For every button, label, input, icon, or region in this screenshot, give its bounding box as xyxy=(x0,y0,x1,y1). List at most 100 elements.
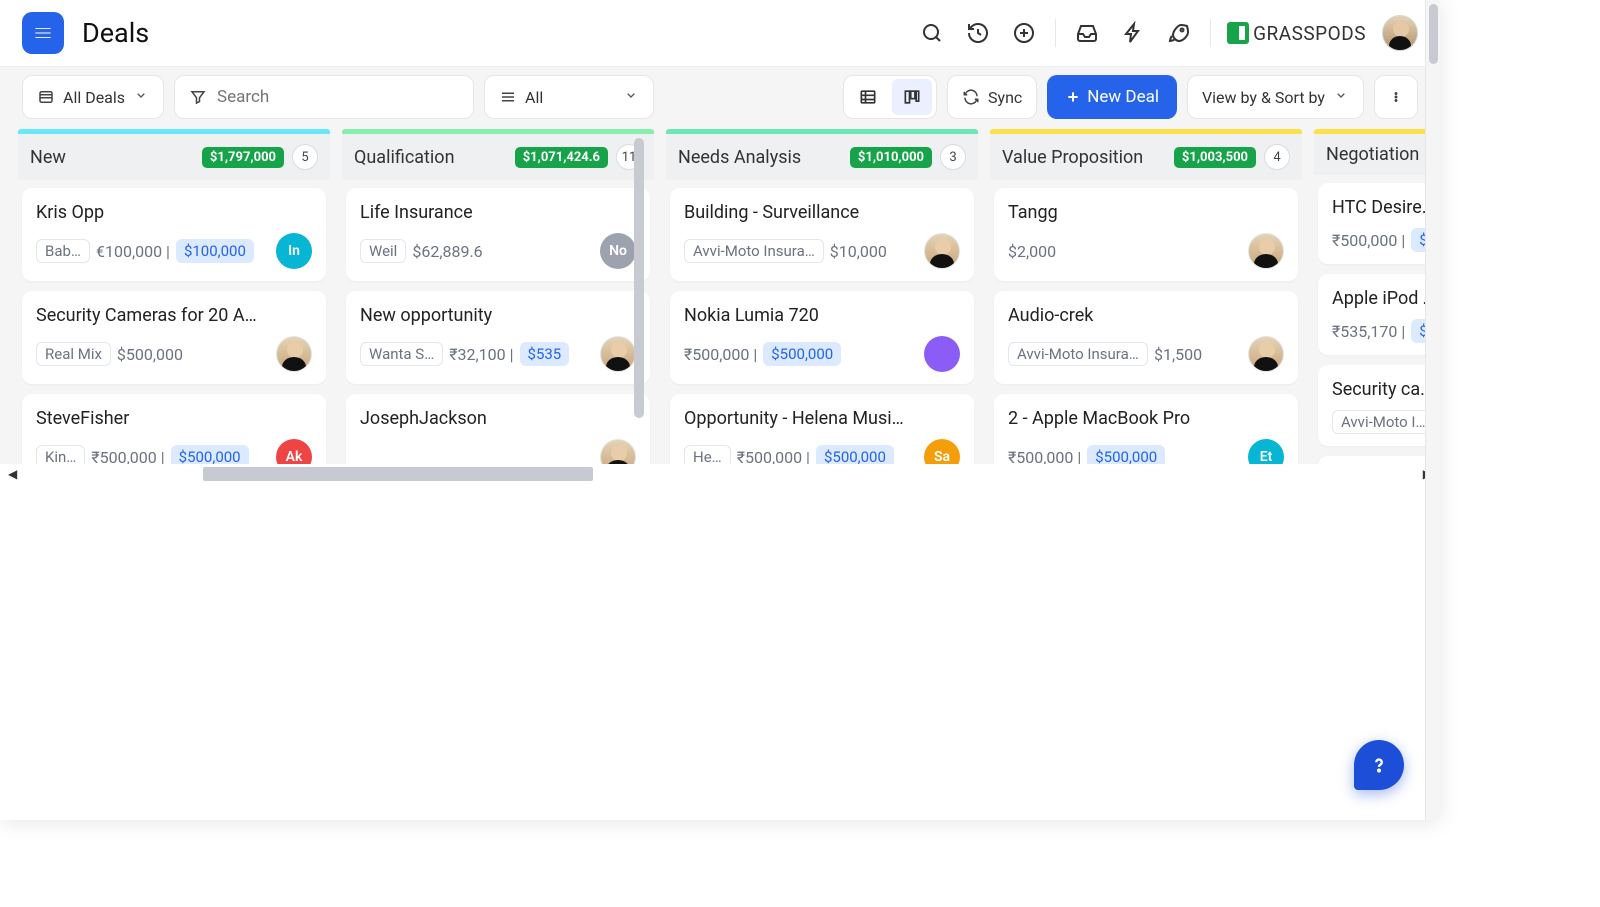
deal-amount-badge: $100,000 xyxy=(176,239,254,263)
sort-selector[interactable]: View by & Sort by xyxy=(1187,75,1364,119)
deal-account-chip: Avvi-Moto Insura… xyxy=(684,239,824,263)
divider xyxy=(1055,19,1056,47)
owner-avatar[interactable]: No xyxy=(600,233,636,269)
deal-account-chip: Real Mix xyxy=(36,342,111,366)
bolt-icon[interactable] xyxy=(1118,18,1148,48)
scrollbar-thumb[interactable] xyxy=(1429,4,1438,64)
horizontal-scrollbar[interactable]: ◀ ▶ xyxy=(0,464,1440,484)
deal-card[interactable]: Nokia Lumia 720₹500,000 |$500,000 xyxy=(670,291,974,384)
vertical-scrollbar[interactable] xyxy=(1425,0,1440,820)
deal-card[interactable]: Building - Surveillance Avvi-Moto Insura…… xyxy=(670,188,974,281)
deal-account-chip: Bab… xyxy=(36,239,90,263)
filter-selector[interactable]: All xyxy=(484,75,654,119)
owner-avatar[interactable] xyxy=(924,336,960,372)
search-input[interactable] xyxy=(217,87,459,107)
deal-title: Building - Surveillance xyxy=(684,202,960,223)
help-bubble-button[interactable] xyxy=(1354,740,1404,790)
scrollbar-thumb[interactable] xyxy=(203,467,593,481)
owner-avatar[interactable]: Sa xyxy=(924,439,960,464)
rocket-icon[interactable] xyxy=(1164,18,1194,48)
history-icon[interactable] xyxy=(963,18,993,48)
page-title: Deals xyxy=(82,17,149,49)
deal-amount: ₹500,000 | xyxy=(91,448,164,464)
column-title: Qualification xyxy=(354,147,507,168)
column-header[interactable]: Negotiation xyxy=(1314,134,1440,175)
deal-card[interactable]: Apple iPod Touc₹535,170 |$535,1 xyxy=(1318,274,1440,355)
view-toggle xyxy=(843,75,937,119)
user-avatar[interactable] xyxy=(1382,15,1418,51)
deal-title: Life Insurance xyxy=(360,202,636,223)
column-scrollbar-thumb[interactable] xyxy=(634,138,644,418)
column-title: New xyxy=(30,147,194,168)
deal-account-chip: He… xyxy=(684,445,731,464)
search-field-container[interactable] xyxy=(174,75,474,119)
column-header[interactable]: Needs Analysis $1,010,000 3 xyxy=(666,134,978,180)
kanban-board[interactable]: New $1,797,000 5 Kris OppBab…€100,000 |$… xyxy=(0,127,1440,464)
column-body: Building - Surveillance Avvi-Moto Insura…… xyxy=(666,180,978,464)
deal-card[interactable]: Life Insurance Weil $62,889.6 No xyxy=(346,188,650,281)
owner-avatar[interactable]: Et xyxy=(1248,439,1284,464)
column-header[interactable]: Value Proposition $1,003,500 4 xyxy=(990,134,1302,180)
deal-card[interactable]: Conference rooAvvi-Moto Insura xyxy=(1318,456,1440,464)
sync-button[interactable]: Sync xyxy=(947,75,1037,119)
chevron-down-icon xyxy=(623,87,639,107)
owner-avatar[interactable]: In xyxy=(276,233,312,269)
deal-amount: ₹500,000 | xyxy=(737,448,810,464)
deal-amount-badge: $500,000 xyxy=(816,445,894,464)
column-amount-badge: $1,003,500 xyxy=(1174,147,1256,168)
owner-avatar[interactable] xyxy=(1248,336,1284,372)
deal-amount: ₹32,100 | xyxy=(449,345,513,364)
deal-amount-badge: $535 xyxy=(520,342,570,366)
owner-avatar[interactable] xyxy=(600,336,636,372)
deal-amount: $62,889.6 xyxy=(412,242,482,261)
deal-card[interactable]: JosephJackson xyxy=(346,394,650,464)
column-header[interactable]: New $1,797,000 5 xyxy=(18,134,330,180)
view-selector-label: All Deals xyxy=(63,88,125,107)
deal-amount: $2,000 xyxy=(1008,242,1056,261)
deal-card[interactable]: Security camerAvvi-Moto Insur… xyxy=(1318,365,1440,446)
kanban-view-button[interactable] xyxy=(892,79,932,115)
deal-title: HTC Desire SV xyxy=(1332,197,1436,218)
deal-account-chip: Wanta S… xyxy=(360,342,443,366)
deal-title: JosephJackson xyxy=(360,408,636,429)
list-view-button[interactable] xyxy=(848,79,888,115)
deal-amount: €100,000 | xyxy=(96,242,170,261)
column-title: Negotiation xyxy=(1326,144,1440,165)
deal-account-chip: Weil xyxy=(360,239,406,263)
column-header[interactable]: Qualification $1,071,424.6 11 xyxy=(342,134,654,180)
deal-amount: $1,500 xyxy=(1154,345,1202,364)
view-selector[interactable]: All Deals xyxy=(22,75,164,119)
deal-title: Security Cameras for 20 A… xyxy=(36,305,312,326)
deal-card[interactable]: Audio-crekAvvi-Moto Insuran…$1,500 xyxy=(994,291,1298,384)
deal-card[interactable]: Opportunity - Helena Musi…He…₹500,000 |$… xyxy=(670,394,974,464)
more-options-button[interactable] xyxy=(1374,75,1418,119)
deal-card[interactable]: New opportunity Wanta S… ₹32,100 | $535 xyxy=(346,291,650,384)
deal-card[interactable]: HTC Desire SV₹500,000 |$500 xyxy=(1318,183,1440,264)
deal-card[interactable]: Security Cameras for 20 A…Real Mix$500,0… xyxy=(22,291,326,384)
deal-card[interactable]: Tangg$2,000 xyxy=(994,188,1298,281)
column-count-badge: 3 xyxy=(940,144,966,170)
hamburger-menu-button[interactable] xyxy=(22,12,64,54)
owner-avatar[interactable]: Ak xyxy=(276,439,312,464)
add-icon[interactable] xyxy=(1009,18,1039,48)
owner-avatar[interactable] xyxy=(924,233,960,269)
deal-card[interactable]: SteveFisherKin…₹500,000 |$500,000Ak xyxy=(22,394,326,464)
deal-card[interactable]: 2 - Apple MacBook Pro₹500,000 |$500,000E… xyxy=(994,394,1298,464)
inbox-icon[interactable] xyxy=(1072,18,1102,48)
owner-avatar[interactable] xyxy=(600,439,636,464)
deal-title: New opportunity xyxy=(360,305,636,326)
brand-logo[interactable]: GRASSPODS xyxy=(1227,22,1366,45)
scroll-left-arrow[interactable]: ◀ xyxy=(8,467,17,481)
deal-title: Apple iPod Touc xyxy=(1332,288,1436,309)
column-amount-badge: $1,071,424.6 xyxy=(515,147,608,168)
deal-card[interactable]: Kris OppBab…€100,000 |$100,000In xyxy=(22,188,326,281)
column-amount-badge: $1,797,000 xyxy=(202,147,284,168)
deal-amount: ₹500,000 | xyxy=(684,345,757,364)
owner-avatar[interactable] xyxy=(1248,233,1284,269)
search-icon[interactable] xyxy=(917,18,947,48)
deal-amount-badge: $500,000 xyxy=(1087,445,1165,464)
owner-avatar[interactable] xyxy=(276,336,312,372)
deal-account-chip: Avvi-Moto Insur… xyxy=(1332,410,1436,434)
deal-title: Nokia Lumia 720 xyxy=(684,305,960,326)
new-deal-button[interactable]: New Deal xyxy=(1047,75,1177,119)
